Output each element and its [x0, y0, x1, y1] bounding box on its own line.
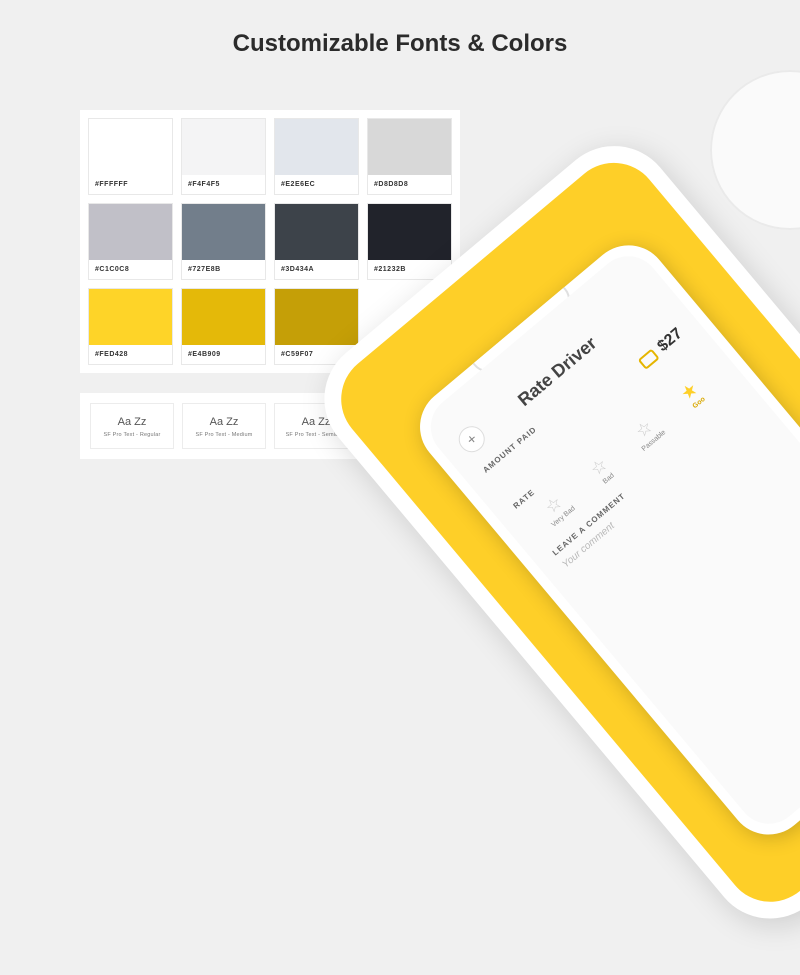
swatch-color [275, 204, 358, 260]
swatch-label: #FFFFFF [89, 175, 172, 194]
swatch-color [182, 119, 265, 175]
font-name: SF Pro Text - Regular [95, 432, 169, 438]
font-card[interactable]: Aa Zz SF Pro Text - Regular [90, 403, 174, 449]
color-swatch[interactable]: #E4B909 [181, 288, 266, 365]
color-swatch[interactable]: #FED428 [88, 288, 173, 365]
font-sample: Aa Zz [187, 416, 261, 428]
swatch-label: #E2E6EC [275, 175, 358, 194]
swatch-color [368, 204, 451, 260]
swatch-color [182, 204, 265, 260]
color-swatch[interactable]: #C1C0C8 [88, 203, 173, 280]
swatch-color [89, 119, 172, 175]
font-name: SF Pro Text - Medium [187, 432, 261, 438]
color-swatch[interactable]: #F4F4F5 [181, 118, 266, 195]
swatch-label: #D8D8D8 [368, 175, 451, 194]
swatch-color [275, 119, 358, 175]
swatch-color [182, 289, 265, 345]
swatch-label: #727E8B [182, 260, 265, 279]
page-title: Customizable Fonts & Colors [0, 0, 800, 88]
color-swatch[interactable]: #FFFFFF [88, 118, 173, 195]
color-swatch[interactable]: #21232B [367, 203, 452, 280]
swatch-color [368, 119, 451, 175]
swatch-color [275, 289, 358, 345]
swatch-label: #F4F4F5 [182, 175, 265, 194]
swatch-label: #C1C0C8 [89, 260, 172, 279]
swatch-color [89, 204, 172, 260]
swatch-label: #E4B909 [182, 345, 265, 364]
swatch-label: #3D434A [275, 260, 358, 279]
color-swatch[interactable]: #D8D8D8 [367, 118, 452, 195]
font-card[interactable]: Aa Zz SF Pro Text - Medium [182, 403, 266, 449]
card-icon [638, 348, 660, 370]
swatch-color [89, 289, 172, 345]
font-sample: Aa Zz [95, 416, 169, 428]
color-swatch[interactable]: #E2E6EC [274, 118, 359, 195]
swatch-label: #FED428 [89, 345, 172, 364]
color-swatch[interactable]: #727E8B [181, 203, 266, 280]
color-swatch[interactable]: #3D434A [274, 203, 359, 280]
